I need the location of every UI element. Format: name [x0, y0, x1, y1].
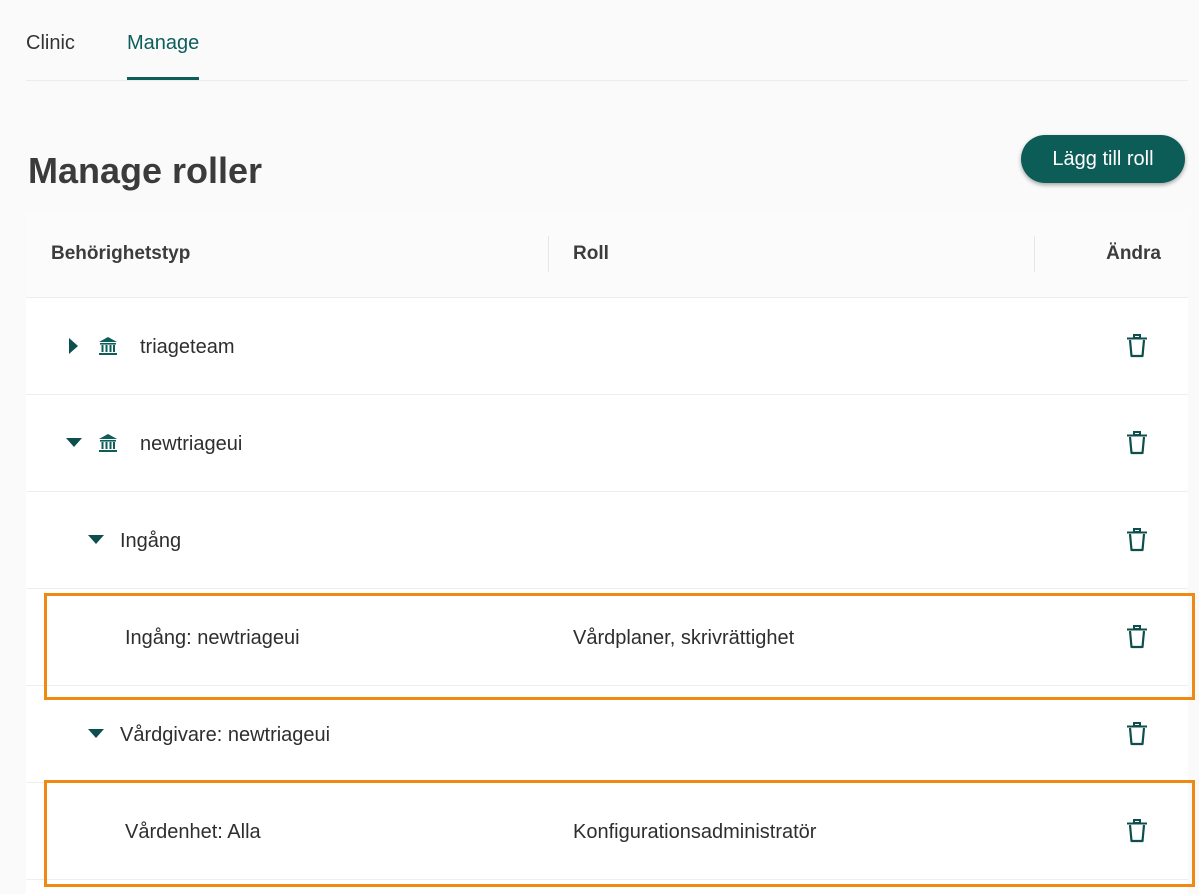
column-header-permission-type: Behörighetstyp [51, 243, 191, 264]
tab-bar: Clinic Manage [26, 0, 1188, 81]
trash-icon[interactable] [1126, 625, 1148, 649]
row-role: Konfigurationsadministratör [573, 821, 817, 843]
caret-down-icon[interactable] [88, 729, 104, 738]
table-row: newtriageui [26, 395, 1188, 492]
caret-down-icon[interactable] [66, 438, 82, 447]
row-name: Vårdenhet: Alla [125, 821, 261, 843]
column-divider [548, 236, 549, 272]
tab-manage[interactable]: Manage [127, 32, 200, 80]
trash-icon[interactable] [1126, 528, 1148, 552]
add-role-button[interactable]: Lägg till roll [1021, 135, 1185, 183]
trash-icon[interactable] [1126, 431, 1148, 455]
table-row: Vårdgivare: newtriageui [26, 686, 1188, 783]
table-row: triageteam [26, 298, 1188, 395]
bank-icon [99, 434, 117, 452]
bank-icon [99, 337, 117, 355]
row-name: Vårdgivare: newtriageui [120, 724, 331, 746]
column-divider [1034, 236, 1035, 272]
caret-down-icon[interactable] [88, 535, 104, 544]
row-role: Vårdplaner, skrivrättighet [573, 627, 795, 649]
table-row: Ingång: newtriageui Vårdplaner, skrivrät… [26, 589, 1188, 686]
trash-icon[interactable] [1126, 334, 1148, 358]
table-row: Ingång [26, 492, 1188, 589]
column-header-edit: Ändra [1106, 243, 1161, 264]
table-row: Vårdenhet: Alla Konfigurationsadministra… [26, 783, 1188, 880]
caret-right-icon[interactable] [69, 338, 78, 354]
row-name: Ingång: newtriageui [125, 627, 300, 649]
page-title: Manage roller [28, 150, 263, 191]
table-header: Behörighetstyp Roll Ändra [26, 212, 1188, 298]
roles-table: Behörighetstyp Roll Ändra triageteam new… [26, 212, 1188, 894]
row-name: Ingång [120, 530, 182, 552]
tab-clinic[interactable]: Clinic [26, 32, 75, 80]
trash-icon[interactable] [1126, 819, 1148, 843]
row-name: triageteam [140, 336, 235, 358]
trash-icon[interactable] [1126, 722, 1148, 746]
row-name: newtriageui [140, 433, 243, 455]
column-header-role: Roll [573, 243, 609, 264]
